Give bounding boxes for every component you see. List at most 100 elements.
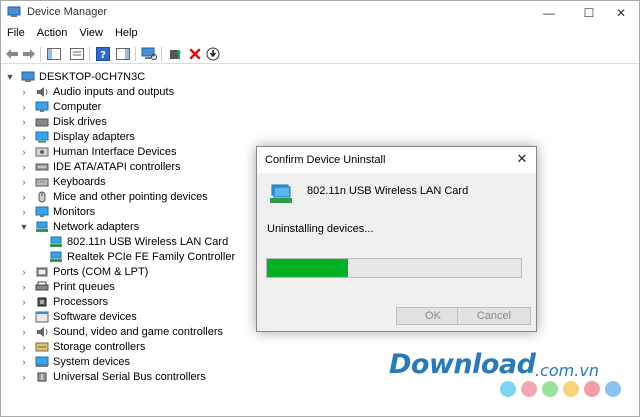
computer-icon [21, 71, 35, 82]
update-driver-icon [170, 49, 181, 59]
tree-item-label: Monitors [53, 205, 96, 218]
watermark-dot [521, 381, 537, 397]
menu-bar: File Action View Help [1, 25, 639, 43]
tree-item-audio[interactable]: › Audio inputs and outputs [19, 84, 175, 99]
toolbar-separator [135, 47, 136, 61]
tree-item-system-devices[interactable]: › System devices [19, 354, 131, 369]
watermark-dot [563, 381, 579, 397]
tree-item-print-queues[interactable]: › Print queues [19, 279, 115, 294]
chevron-right-icon[interactable]: › [19, 174, 29, 189]
usb-icon [37, 372, 47, 381]
hid-icon [35, 147, 49, 156]
tree-item-label: 802.11n USB Wireless LAN Card [67, 235, 229, 248]
chevron-right-icon[interactable]: › [19, 369, 29, 384]
menu-file[interactable]: File [1, 25, 31, 43]
device-manager-window: Device Manager — ☐ ✕ File Action View He… [0, 0, 640, 417]
toolbar-separator [89, 47, 90, 61]
red-x-icon [189, 48, 201, 60]
chevron-right-icon[interactable]: › [19, 99, 29, 114]
network-icon [50, 251, 62, 262]
forward-button[interactable] [21, 46, 37, 62]
chevron-right-icon[interactable]: › [19, 144, 29, 159]
tree-item-wireless-lan-card[interactable]: 802.11n USB Wireless LAN Card [49, 234, 228, 249]
tree-item-label: Audio inputs and outputs [53, 85, 175, 98]
back-button[interactable] [4, 46, 20, 62]
cancel-button[interactable]: Cancel [457, 307, 531, 325]
menu-help[interactable]: Help [109, 25, 144, 43]
tree-item-sound-video[interactable]: › Sound, video and game controllers [19, 324, 224, 339]
tree-item-label: Computer [53, 100, 102, 113]
tree-item-realtek-controller[interactable]: Realtek PCIe FE Family Controller [49, 249, 235, 264]
chevron-right-icon[interactable]: › [19, 354, 29, 369]
tree-item-computer[interactable]: › Computer [19, 99, 102, 114]
chevron-right-icon[interactable]: › [19, 279, 29, 294]
tree-item-label: Network adapters [53, 220, 140, 233]
chevron-right-icon[interactable]: › [19, 129, 29, 144]
download-circle-icon [206, 47, 220, 61]
chevron-right-icon[interactable]: › [19, 339, 29, 354]
tree-item-label: Human Interface Devices [53, 145, 177, 158]
tree-item-network-adapters[interactable]: ▼ Network adapters [19, 219, 140, 234]
chevron-right-icon[interactable]: › [19, 204, 29, 219]
tree-item-display-adapters[interactable]: › Display adapters [19, 129, 135, 144]
title-bar: Device Manager — ☐ ✕ [1, 1, 639, 25]
tree-root[interactable]: ▼ DESKTOP-0CH7N3C [5, 69, 146, 84]
enable-device-button[interactable] [205, 46, 221, 62]
chevron-right-icon[interactable]: › [19, 114, 29, 129]
chevron-right-icon[interactable]: › [19, 264, 29, 279]
tree-item-hid[interactable]: › Human Interface Devices [19, 144, 177, 159]
chevron-right-icon[interactable]: › [19, 324, 29, 339]
tree-item-monitors[interactable]: › Monitors [19, 204, 96, 219]
toolbar-separator [40, 47, 41, 61]
ide-icon [35, 163, 49, 170]
uninstall-device-button[interactable] [187, 46, 203, 62]
svg-text:?: ? [100, 50, 106, 61]
tree-item-label: System devices [53, 355, 131, 368]
chevron-down-icon[interactable]: ▼ [5, 69, 15, 84]
tree-item-mice[interactable]: › Mice and other pointing devices [19, 189, 208, 204]
confirm-uninstall-dialog: Confirm Device Uninstall ✕ 802.11n USB W… [256, 146, 537, 332]
tree-item-software-devices[interactable]: › Software devices [19, 309, 137, 324]
network-adapter-icon [270, 184, 292, 203]
tree-item-usb-controllers[interactable]: › Universal Serial Bus controllers [19, 369, 206, 384]
action-pane-button[interactable] [115, 46, 131, 62]
watermark-dot [584, 381, 600, 397]
tree-item-label: Ports (COM & LPT) [53, 265, 149, 278]
port-icon [36, 267, 48, 276]
menu-action[interactable]: Action [31, 25, 74, 43]
chevron-right-icon[interactable]: › [19, 84, 29, 99]
tree-item-ide[interactable]: › IDE ATA/ATAPI controllers [19, 159, 181, 174]
keyboard-icon [35, 178, 49, 186]
chevron-right-icon[interactable]: › [19, 159, 29, 174]
dialog-body: 802.11n USB Wireless LAN Card Uninstalli… [257, 173, 536, 331]
scan-hardware-button[interactable] [141, 46, 157, 62]
monitor-icon [35, 206, 49, 217]
tree-item-processors[interactable]: › Processors [19, 294, 109, 309]
update-driver-button[interactable] [167, 46, 183, 62]
tree-item-keyboards[interactable]: › Keyboards [19, 174, 106, 189]
minimize-button[interactable]: — [527, 1, 571, 25]
window-title: Device Manager [27, 6, 108, 18]
tree-item-disk-drives[interactable]: › Disk drives [19, 114, 107, 129]
network-icon [36, 221, 48, 232]
tree-item-label: Sound, video and game controllers [53, 325, 223, 338]
watermark-dot [542, 381, 558, 397]
disk-icon [35, 118, 49, 126]
close-button[interactable]: ✕ [599, 1, 640, 25]
tree-item-label: Keyboards [53, 175, 106, 188]
chevron-right-icon[interactable]: › [19, 294, 29, 309]
chevron-right-icon[interactable]: › [19, 189, 29, 204]
chevron-down-icon[interactable]: ▼ [19, 219, 29, 234]
uninstall-progress-bar [266, 258, 522, 278]
properties-view-button[interactable] [69, 46, 85, 62]
tree-item-ports[interactable]: › Ports (COM & LPT) [19, 264, 149, 279]
tree-item-label: Print queues [53, 280, 115, 293]
dialog-status-text: Uninstalling devices... [267, 223, 374, 235]
dialog-close-button[interactable]: ✕ [514, 151, 530, 167]
menu-view[interactable]: View [73, 25, 109, 43]
show-hide-console-tree-button[interactable] [46, 46, 62, 62]
tree-item-storage-controllers[interactable]: › Storage controllers [19, 339, 146, 354]
help-button[interactable]: ? [95, 46, 111, 62]
console-tree-icon [47, 48, 61, 60]
chevron-right-icon[interactable]: › [19, 309, 29, 324]
